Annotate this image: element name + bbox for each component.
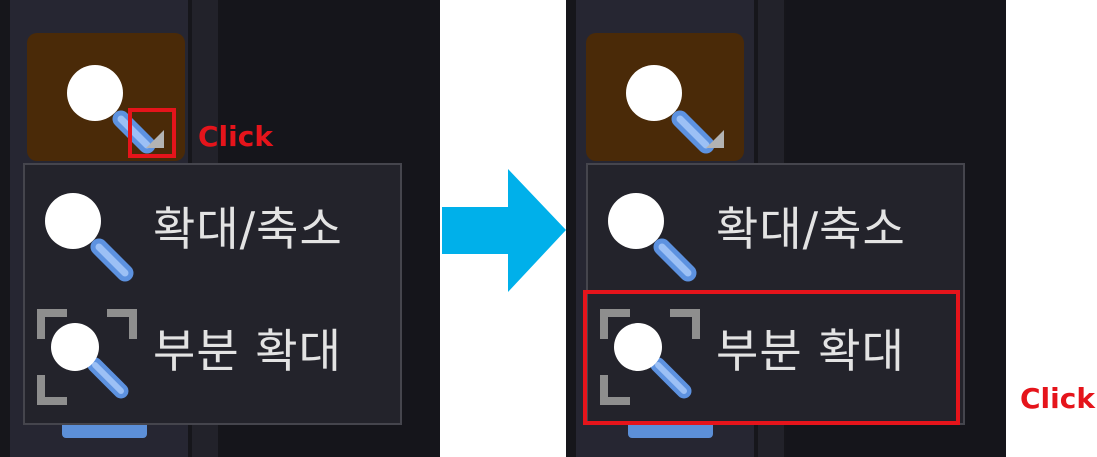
magnifier-icon (608, 193, 697, 282)
magnifier-icon (45, 193, 134, 282)
right-arrow-icon (442, 169, 566, 292)
menu-item-zoom[interactable]: 확대/축소 (588, 171, 963, 289)
click-annotation: Click (198, 120, 273, 153)
menu-item-partial-zoom[interactable]: 부분 확대 (25, 293, 400, 411)
click-annotation: Click (1020, 382, 1095, 415)
partial-zoom-highlight (583, 290, 960, 425)
dropdown-indicator-highlight (128, 108, 176, 158)
magnifier-icon (626, 65, 715, 154)
menu-item-label: 확대/축소 (153, 202, 343, 256)
triangle-expand-icon[interactable] (704, 128, 726, 150)
partial-zoom-icon (37, 309, 137, 405)
menu-item-label: 부분 확대 (153, 324, 342, 378)
zoom-dropdown-menu: 확대/축소 부분 확대 (23, 163, 402, 425)
left-screenshot-panel: 확대/축소 부분 확대 (0, 0, 440, 457)
menu-item-zoom[interactable]: 확대/축소 (25, 171, 400, 289)
menu-item-label: 확대/축소 (716, 202, 906, 256)
